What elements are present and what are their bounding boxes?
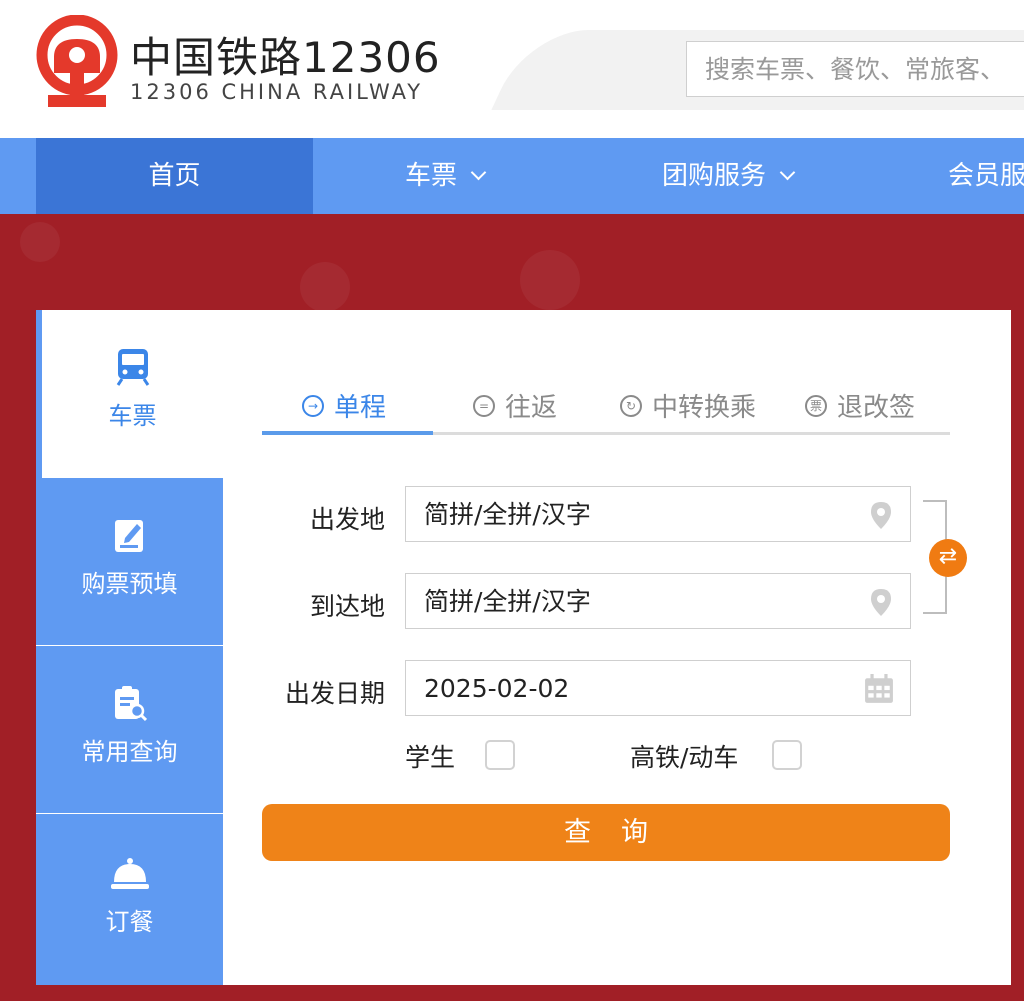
ticket-icon: 票 [805,394,827,417]
student-checkbox[interactable] [485,740,515,770]
to-input[interactable] [406,574,846,628]
search-box[interactable] [686,41,1024,97]
sidebar-item-dining[interactable]: 订餐 [36,814,223,985]
search-input[interactable] [687,42,1024,96]
chevron-down-icon [470,164,487,181]
background-decoration [300,262,350,312]
from-label: 出发地 [309,505,385,534]
sidebar-item-tickets[interactable]: 车票 [36,310,223,478]
date-field[interactable] [405,660,911,716]
brand-subtitle: 12306 CHINA RAILWAY [130,80,424,104]
transfer-icon: ↻ [620,394,642,417]
nav-item-tickets[interactable]: 车票 [405,138,487,214]
tab-transfer[interactable]: ↻ 中转换乘 [620,387,756,437]
tab-one-way[interactable]: → 单程 [302,387,386,437]
to-label: 到达地 [309,592,385,621]
background-decoration [520,250,580,310]
sidebar-item-label: 购票预填 [81,570,178,598]
query-button[interactable]: 查询 [262,804,950,861]
panel-sidebar: 车票 购票预填 常用查询 订餐 [36,310,223,985]
location-pin-icon[interactable] [868,587,894,617]
sidebar-item-label: 车票 [108,402,157,430]
one-way-icon: → [302,394,324,417]
sidebar-item-label: 常用查询 [81,738,178,766]
nav-item-label: 车票 [405,161,458,191]
sidebar-item-label: 订餐 [105,908,154,936]
student-label: 学生 [405,743,456,772]
location-pin-icon[interactable] [868,500,894,530]
highspeed-checkbox[interactable] [772,740,802,770]
nav-item-label: 首页 [148,161,201,191]
brand-title: 中国铁路12306 [130,33,441,82]
nav-item-label: 团购服务 [662,161,767,191]
from-input[interactable] [406,487,846,541]
nav-item-member[interactable]: 会员服 [948,138,1024,214]
dining-bell-icon [110,858,149,889]
highspeed-label: 高铁/动车 [630,743,739,772]
ticket-search-panel: 车票 购票预填 常用查询 订餐 → 单程 = 往返 ↻ 中转换乘 票 退改签 出… [36,310,1011,985]
tab-active-indicator [262,431,433,435]
to-field[interactable] [405,573,911,629]
train-icon [116,349,149,386]
header: 中国铁路12306 12306 CHINA RAILWAY [0,0,1024,138]
from-field[interactable] [405,486,911,542]
tab-label: 往返 [505,393,558,423]
tab-label: 单程 [334,393,387,423]
sidebar-item-prefill[interactable]: 购票预填 [36,478,223,645]
main-nav: 首页 车票 团购服务 会员服 [0,138,1024,214]
background-decoration [20,222,60,262]
date-label: 出发日期 [284,679,385,708]
calendar-icon[interactable] [864,674,894,704]
tab-refund-change[interactable]: 票退改签 [805,387,915,437]
clipboard-search-icon [114,686,147,722]
nav-item-group-service[interactable]: 团购服务 [662,138,796,214]
date-input[interactable] [406,661,846,715]
chevron-down-icon [779,164,796,181]
tab-label: 退改签 [837,393,916,423]
edit-icon [114,520,143,552]
sidebar-item-common-query[interactable]: 常用查询 [36,646,223,813]
tab-round-trip[interactable]: = 往返 [473,387,557,437]
railway-logo-icon[interactable] [34,15,120,109]
nav-item-home[interactable]: 首页 [36,138,313,214]
round-trip-icon: = [473,394,495,417]
swap-stations-button[interactable]: ⇄ [929,539,967,577]
nav-item-label: 会员服 [948,161,1024,191]
tab-label: 中转换乘 [652,393,757,423]
